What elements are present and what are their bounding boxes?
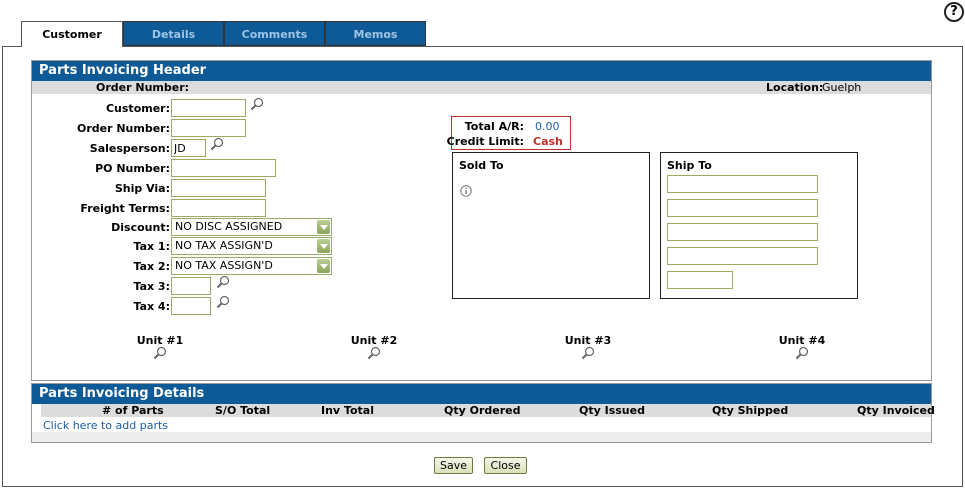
unit-3-search-icon[interactable]: [581, 346, 595, 360]
po-number-label: PO Number:: [95, 162, 170, 175]
tax3-label: Tax 3:: [133, 280, 171, 293]
credit-limit-label: Credit Limit:: [446, 135, 524, 148]
total-ar-value: 0.00: [535, 120, 560, 133]
discount-select[interactable]: NO DISC ASSIGNED: [171, 218, 332, 236]
salesperson-label: Salesperson:: [89, 142, 170, 155]
unit-4-search-icon[interactable]: [795, 346, 809, 360]
sold-to-box: Sold To: [452, 152, 650, 299]
col-inv-total: Inv Total: [321, 404, 374, 417]
tab-customer[interactable]: Customer: [21, 21, 123, 47]
details-column-header: # of Parts S/O Total Inv Total Qty Order…: [41, 404, 935, 417]
salesperson-search-icon[interactable]: [210, 137, 224, 151]
tax2-select[interactable]: NO TAX ASSIGN'D: [171, 257, 332, 275]
discount-label: Discount:: [111, 221, 170, 234]
ship-to-line-2[interactable]: [667, 199, 818, 217]
col-qty-ordered: Qty Ordered: [444, 404, 521, 417]
unit-2-search-icon[interactable]: [367, 346, 381, 360]
tax4-label: Tax 4:: [133, 300, 171, 313]
close-button[interactable]: Close: [484, 457, 527, 474]
details-footer-bar: [32, 432, 931, 442]
ship-to-line-1[interactable]: [667, 175, 818, 193]
ship-via-label: Ship Via:: [114, 182, 170, 195]
ship-to-line-5[interactable]: [667, 271, 733, 289]
chevron-down-icon[interactable]: [317, 239, 330, 253]
discount-value: NO DISC ASSIGNED: [175, 220, 283, 233]
ship-to-title: Ship To: [667, 159, 712, 172]
help-icon[interactable]: ?: [944, 2, 964, 22]
col-qty-issued: Qty Issued: [579, 404, 645, 417]
freight-terms-label: Freight Terms:: [80, 202, 170, 215]
col-qty-shipped: Qty Shipped: [712, 404, 789, 417]
header-subbar: Order Number: Location: Guelph: [32, 81, 931, 94]
tax1-select[interactable]: NO TAX ASSIGN'D: [171, 237, 332, 255]
ship-to-line-4[interactable]: [667, 247, 818, 265]
ship-to-line-3[interactable]: [667, 223, 818, 241]
chevron-down-icon[interactable]: [317, 220, 330, 234]
tab-memos[interactable]: Memos: [325, 21, 426, 46]
tax3-search-icon[interactable]: [216, 275, 230, 289]
account-summary-box: Total A/R: 0.00 Credit Limit: Cash: [447, 116, 571, 150]
info-icon[interactable]: [460, 185, 472, 197]
tax3-input[interactable]: [171, 277, 211, 295]
credit-limit-value: Cash: [533, 135, 563, 148]
tax4-search-icon[interactable]: [216, 295, 230, 309]
col-num-parts: # of Parts: [102, 404, 164, 417]
sold-to-title: Sold To: [459, 159, 504, 172]
ship-via-input[interactable]: [171, 179, 266, 197]
po-number-input[interactable]: [171, 159, 276, 177]
customer-search-icon[interactable]: [250, 97, 264, 111]
tab-details[interactable]: Details: [123, 21, 224, 46]
details-panel-title: Parts Invoicing Details: [32, 384, 931, 404]
location-label: Location:: [766, 81, 824, 94]
tax1-label: Tax 1:: [133, 240, 171, 253]
tax4-input[interactable]: [171, 297, 211, 315]
freight-terms-input[interactable]: [171, 199, 266, 217]
location-value: Guelph: [822, 81, 862, 94]
chevron-down-icon[interactable]: [317, 259, 330, 273]
customer-label: Customer:: [105, 102, 170, 115]
save-button[interactable]: Save: [434, 457, 473, 474]
customer-input[interactable]: [171, 99, 246, 117]
header-panel-title: Parts Invoicing Header: [32, 61, 931, 81]
order-number-heading: Order Number:: [96, 81, 190, 94]
tax2-label: Tax 2:: [133, 260, 171, 273]
salesperson-input[interactable]: [171, 139, 206, 157]
order-number-input[interactable]: [171, 119, 246, 137]
unit-1-search-icon[interactable]: [153, 346, 167, 360]
tax1-value: NO TAX ASSIGN'D: [175, 239, 273, 252]
tab-comments[interactable]: Comments: [224, 21, 325, 46]
col-so-total: S/O Total: [215, 404, 271, 417]
details-panel: Parts Invoicing Details # of Parts S/O T…: [31, 383, 935, 443]
tax2-value: NO TAX ASSIGN'D: [175, 259, 273, 272]
total-ar-label: Total A/R:: [464, 120, 524, 133]
order-number-label: Order Number:: [76, 122, 170, 135]
add-parts-link[interactable]: Click here to add parts: [43, 419, 168, 432]
col-qty-invoiced: Qty Invoiced: [857, 404, 935, 417]
